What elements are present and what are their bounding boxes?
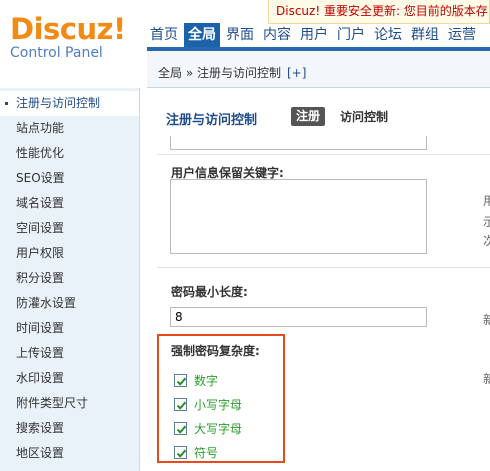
- option-label-digits: 数字: [194, 373, 219, 388]
- keyword-hint-3: 次: [483, 234, 490, 248]
- option-label-lowercase: 小写字母: [194, 397, 243, 412]
- row-divider: [157, 267, 490, 268]
- sidebar-item-time[interactable]: 时间设置: [0, 316, 139, 341]
- tab-access-control[interactable]: 访问控制: [340, 108, 388, 126]
- sidebar-item-watermark[interactable]: 水印设置: [0, 366, 139, 391]
- nav-global[interactable]: 全局: [184, 23, 220, 47]
- complexity-label: 强制密码复杂度:: [171, 344, 260, 358]
- logo-title: Discuz!: [10, 12, 126, 46]
- sidebar-item-domain[interactable]: 域名设置: [0, 191, 139, 216]
- sidebar-item-credits[interactable]: 积分设置: [0, 266, 139, 291]
- tab-registration[interactable]: 注册: [291, 107, 326, 126]
- nav-content[interactable]: 内容: [260, 25, 294, 47]
- header: Discuz! Control Panel Discuz! 重要安全更新: 您目…: [0, 0, 490, 88]
- sidebar: 注册与访问控制 站点功能 性能优化 SEO设置 域名设置 空间设置 用户权限 积…: [0, 88, 140, 471]
- sidebar-item-user-permissions[interactable]: 用户权限: [0, 241, 139, 266]
- settings-form: 用户信息保留关键字: 用 示 次 密码最小长度: 新 强制密码复杂度: 新 数字…: [157, 136, 490, 471]
- complexity-option-digits[interactable]: 数字: [174, 372, 218, 388]
- top-nav: 首页 全局 界面 内容 用户 门户 论坛 群组 运营: [147, 23, 490, 47]
- security-notice[interactable]: Discuz! 重要安全更新: 您目前的版本存: [268, 0, 490, 24]
- breadcrumb: 全局 » 注册与访问控制 [+]: [158, 64, 306, 81]
- sidebar-item-upload[interactable]: 上传设置: [0, 341, 139, 366]
- sidebar-item-anti-spam[interactable]: 防灌水设置: [0, 291, 139, 316]
- sidebar-item-seo[interactable]: SEO设置: [0, 166, 139, 191]
- nav-operations[interactable]: 运营: [445, 25, 479, 47]
- sidebar-item-performance[interactable]: 性能优化: [0, 141, 139, 166]
- breadcrumb-text: 全局 » 注册与访问控制: [158, 66, 281, 80]
- main-panel: 注册与访问控制 注册 访问控制 用户信息保留关键字: 用 示 次 密码最小长度:…: [147, 88, 490, 471]
- nav-portal[interactable]: 门户: [334, 25, 368, 47]
- option-label-symbols: 符号: [194, 445, 219, 460]
- nav-home[interactable]: 首页: [147, 25, 181, 47]
- nav-groups[interactable]: 群组: [408, 25, 442, 47]
- nav-forum[interactable]: 论坛: [371, 25, 405, 47]
- sidebar-list: 注册与访问控制 站点功能 性能优化 SEO设置 域名设置 空间设置 用户权限 积…: [0, 88, 139, 466]
- keyword-hint-1: 用: [483, 194, 490, 208]
- sidebar-item-space[interactable]: 空间设置: [0, 216, 139, 241]
- checkbox-lowercase[interactable]: [174, 397, 187, 411]
- sidebar-item-region[interactable]: 地区设置: [0, 441, 139, 466]
- breadcrumb-bar: 全局 » 注册与访问控制 [+]: [147, 51, 490, 88]
- logo-subtitle: Control Panel: [10, 45, 103, 61]
- logo[interactable]: Discuz! Control Panel: [10, 14, 126, 61]
- keyword-hint-2: 示: [483, 215, 490, 229]
- checkbox-symbols[interactable]: [174, 445, 187, 459]
- reserved-keywords-textarea[interactable]: [170, 179, 427, 254]
- min-length-label: 密码最小长度:: [171, 285, 248, 299]
- sidebar-item-site-features[interactable]: 站点功能: [0, 116, 139, 141]
- min-length-hint: 新: [483, 313, 490, 327]
- complexity-option-lowercase[interactable]: 小写字母: [174, 396, 242, 412]
- option-label-uppercase: 大写字母: [194, 421, 243, 436]
- page-title: 注册与访问控制: [166, 113, 258, 128]
- nav-interface[interactable]: 界面: [223, 25, 257, 47]
- sidebar-item-registration-access[interactable]: 注册与访问控制: [0, 91, 139, 116]
- nav-users[interactable]: 用户: [297, 25, 331, 47]
- min-length-input[interactable]: [170, 307, 427, 327]
- complexity-option-symbols[interactable]: 符号: [174, 444, 218, 460]
- checkbox-digits[interactable]: [174, 373, 187, 387]
- breadcrumb-add-button[interactable]: [+]: [287, 66, 306, 80]
- row-divider: [157, 154, 490, 155]
- checkbox-uppercase[interactable]: [174, 421, 187, 435]
- sidebar-item-search[interactable]: 搜索设置: [0, 416, 139, 441]
- complexity-option-uppercase[interactable]: 大写字母: [174, 420, 242, 436]
- sidebar-item-attachment-types[interactable]: 附件类型尺寸: [0, 391, 139, 416]
- complexity-hint: 新: [483, 372, 490, 386]
- previous-field-input[interactable]: [170, 136, 427, 150]
